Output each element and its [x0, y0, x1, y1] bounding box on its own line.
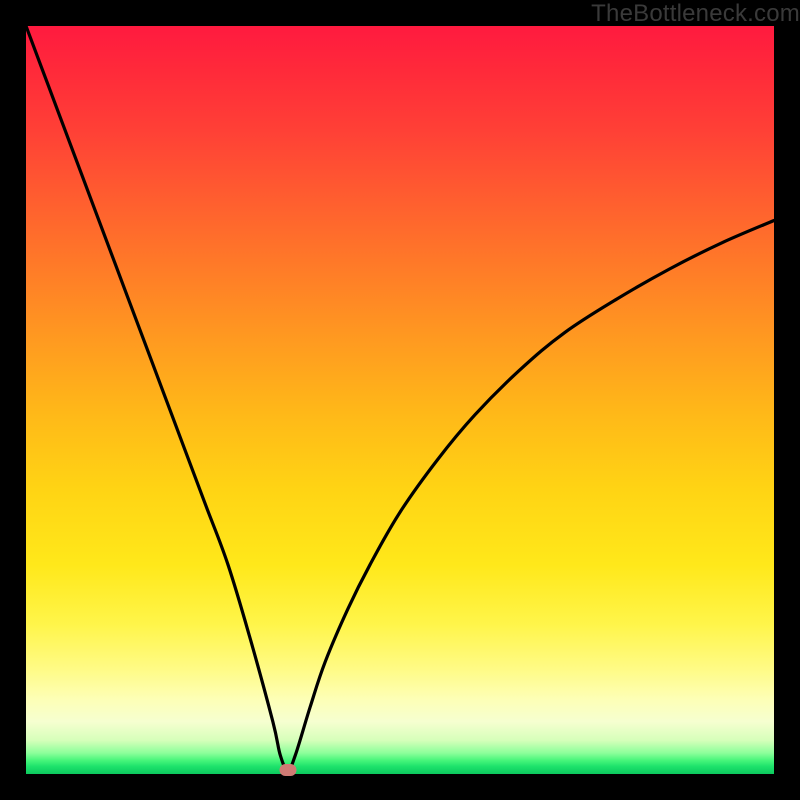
bottleneck-curve [26, 26, 774, 774]
optimum-marker [279, 764, 296, 776]
plot-area [26, 26, 774, 774]
watermark-text: TheBottleneck.com [591, 0, 800, 28]
outer-frame: TheBottleneck.com [0, 0, 800, 800]
